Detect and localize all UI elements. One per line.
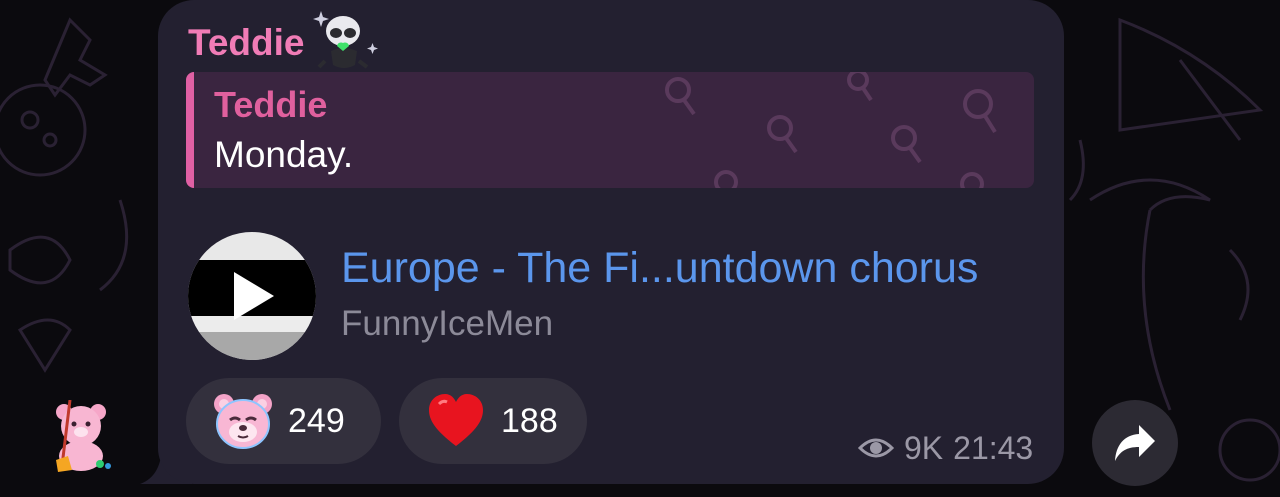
quote-author: Teddie: [214, 84, 328, 125]
reaction-bear[interactable]: 249: [186, 378, 381, 464]
teddy-bear-avatar-icon: [56, 399, 111, 472]
panda-sticker-icon: [312, 11, 378, 69]
sender-name[interactable]: Teddie: [188, 22, 305, 64]
reaction-heart[interactable]: 188: [399, 378, 587, 464]
red-heart-emoji-icon: [429, 394, 483, 446]
share-arrow-icon: [1115, 425, 1155, 461]
quote-accent-bar: [186, 72, 194, 188]
reaction-count: 249: [288, 401, 345, 440]
track-title-link[interactable]: Europe - The Fi...untdown chorus: [341, 244, 1041, 293]
message-meta: 9K 21:43: [858, 428, 1033, 468]
reply-quote[interactable]: Teddie Monday.: [186, 72, 1034, 188]
sender-avatar[interactable]: [50, 399, 116, 472]
share-button[interactable]: [1092, 400, 1178, 486]
audio-play-button[interactable]: [188, 232, 316, 360]
bear-face-emoji-icon: [214, 394, 272, 449]
track-artist: FunnyIceMen: [341, 304, 554, 343]
message-bubble[interactable]: Teddie Teddie Monday. Europe - The Fi...…: [158, 0, 1064, 484]
view-count: 9K: [904, 429, 944, 466]
message-time: 21:43: [953, 429, 1034, 466]
reaction-count: 188: [501, 401, 558, 440]
play-icon: [188, 232, 316, 360]
eye-icon: [858, 438, 894, 458]
sender-row: Teddie: [188, 11, 381, 69]
quote-text: Monday.: [214, 134, 354, 175]
